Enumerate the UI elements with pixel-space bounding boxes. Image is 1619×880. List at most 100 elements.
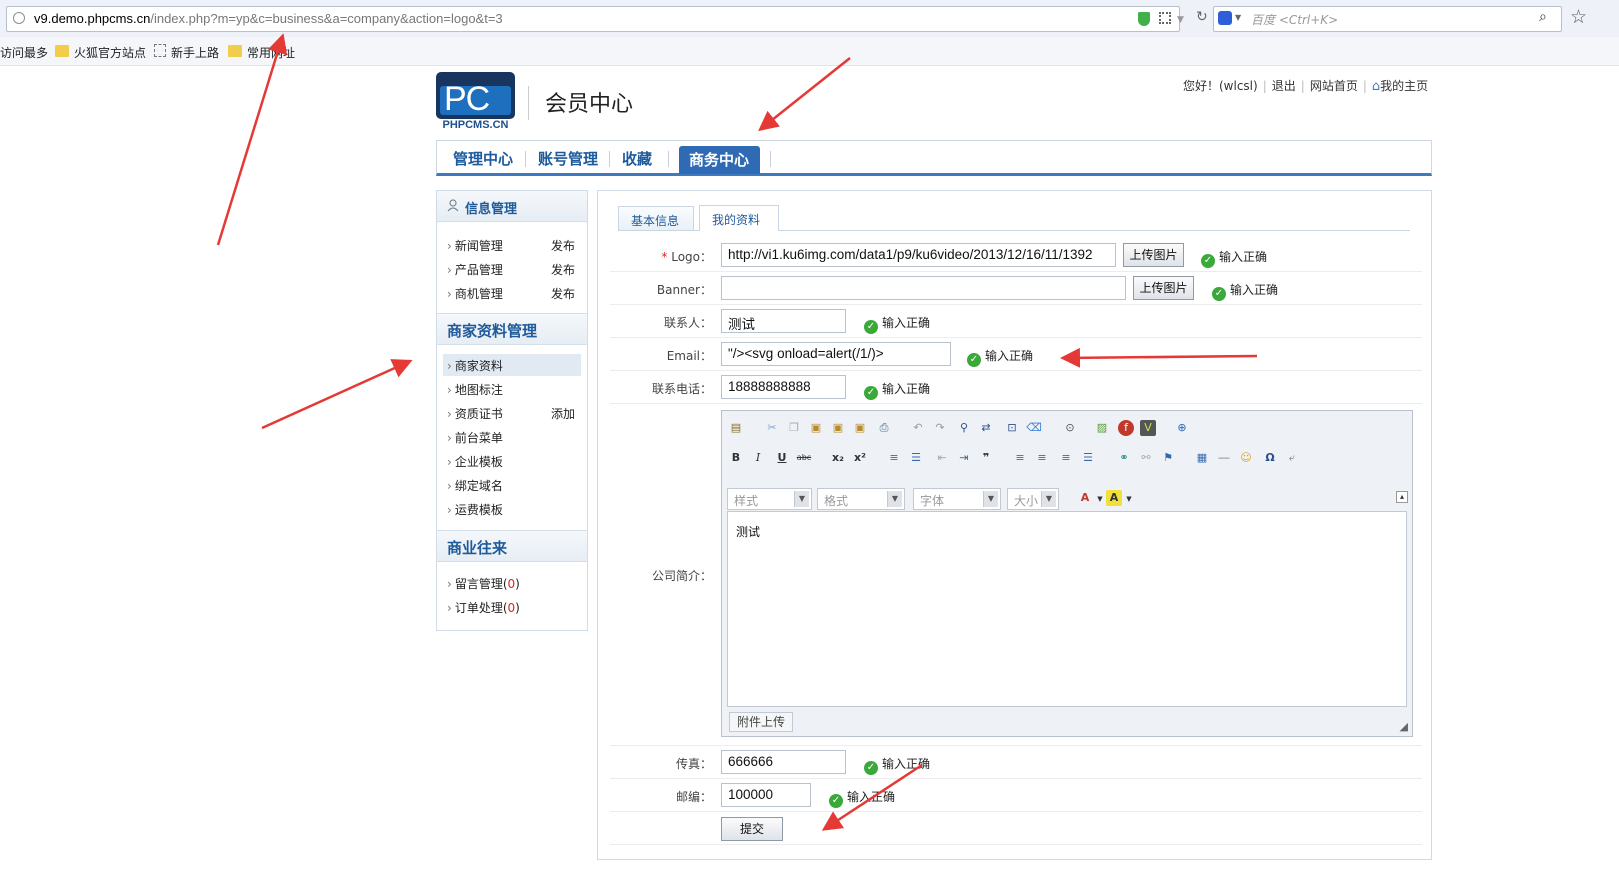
sidebar-item-news[interactable]: › 新闻管理 bbox=[447, 237, 503, 254]
sidebar-item-opportunities[interactable]: › 商机管理 bbox=[447, 285, 503, 302]
align-right-icon[interactable]: ≡ bbox=[1058, 450, 1074, 466]
special-char-icon[interactable]: Ω bbox=[1262, 450, 1278, 466]
maximize-icon[interactable]: ⊕ bbox=[1174, 420, 1190, 436]
ordered-list-icon[interactable]: ≡ bbox=[886, 450, 902, 466]
subtab-my-profile[interactable]: 我的资料 bbox=[699, 205, 779, 231]
tab-management-center[interactable]: 管理中心 bbox=[453, 148, 513, 169]
publish-product-link[interactable]: 发布 bbox=[551, 261, 575, 278]
bookmark-getting-started[interactable]: 新手上路 bbox=[171, 44, 219, 61]
search-box[interactable]: ▼ 百度 <Ctrl+K> ⌕ bbox=[1213, 6, 1562, 32]
home-icon[interactable]: ⌂ bbox=[1372, 79, 1380, 94]
tab-account[interactable]: 账号管理 bbox=[538, 148, 598, 169]
tab-favorites[interactable]: 收藏 bbox=[622, 148, 652, 169]
sidebar-item-shipping[interactable]: › 运费模板 bbox=[447, 501, 503, 518]
bookmark-common-sites[interactable]: 常用网址 bbox=[247, 44, 295, 61]
submit-button[interactable]: 提交 bbox=[721, 817, 783, 841]
print-icon[interactable]: ⎙ bbox=[876, 420, 892, 436]
bookmark-star-icon[interactable]: ☆ bbox=[1570, 6, 1587, 28]
flash-icon[interactable]: f bbox=[1118, 420, 1134, 436]
font-select[interactable]: 字体 ▼ bbox=[913, 488, 1001, 510]
select-all-icon[interactable]: ⊡ bbox=[1004, 420, 1020, 436]
unordered-list-icon[interactable]: ☰ bbox=[908, 450, 924, 466]
underline-icon[interactable]: U bbox=[774, 450, 790, 466]
shield-icon[interactable] bbox=[1138, 12, 1150, 26]
address-bar[interactable]: v9.demo.phpcms.cn/index.php?m=yp&c=busin… bbox=[6, 6, 1208, 32]
sidebar-item-products[interactable]: › 产品管理 bbox=[447, 261, 503, 278]
paste-text-icon[interactable]: ▣ bbox=[830, 420, 846, 436]
sidebar-item-orders[interactable]: › 订单处理(0) bbox=[447, 599, 520, 616]
superscript-icon[interactable]: x² bbox=[852, 450, 868, 466]
add-certificate-link[interactable]: 添加 bbox=[551, 405, 575, 422]
chevron-down-icon[interactable]: ▼ bbox=[1177, 15, 1184, 25]
video-icon[interactable]: V bbox=[1140, 420, 1156, 436]
hr-icon[interactable]: ― bbox=[1216, 450, 1232, 466]
sidebar-item-map[interactable]: › 地图标注 bbox=[447, 381, 503, 398]
paste-icon[interactable]: ▣ bbox=[808, 420, 824, 436]
smiley-icon[interactable]: ☺ bbox=[1238, 450, 1254, 466]
collapse-toolbar-icon[interactable]: ▴ bbox=[1396, 491, 1408, 503]
subscript-icon[interactable]: x₂ bbox=[830, 450, 846, 466]
logout-link[interactable]: 退出 bbox=[1272, 77, 1296, 94]
italic-icon[interactable]: I bbox=[750, 450, 766, 466]
bold-icon[interactable]: B bbox=[728, 450, 744, 466]
blockquote-icon[interactable]: ❞ bbox=[978, 450, 994, 466]
style-select[interactable]: 样式 ▼ bbox=[727, 488, 812, 510]
bookmark-most-visited[interactable]: 访问最多 bbox=[0, 44, 48, 61]
url-text[interactable]: v9.demo.phpcms.cn/index.php?m=yp&c=busin… bbox=[34, 11, 503, 26]
sidebar-item-templates[interactable]: › 企业模板 bbox=[447, 453, 503, 470]
baidu-paw-icon[interactable] bbox=[1218, 11, 1232, 25]
outdent-icon[interactable]: ⇤ bbox=[934, 450, 950, 466]
phpcms-logo[interactable]: PC PHPCMS.CN bbox=[436, 72, 515, 131]
sidebar-item-domain[interactable]: › 绑定域名 bbox=[447, 477, 503, 494]
search-engine-dropdown-icon[interactable]: ▼ bbox=[1235, 13, 1241, 22]
zip-input[interactable]: 100000 bbox=[721, 783, 811, 807]
sidebar-item-front-menu[interactable]: › 前台菜单 bbox=[447, 429, 503, 446]
table-icon[interactable]: ▦ bbox=[1194, 450, 1210, 466]
publish-opportunity-link[interactable]: 发布 bbox=[551, 285, 575, 302]
sidebar-item-merchant-profile[interactable]: › 商家资料 bbox=[447, 357, 503, 374]
attach-upload-button[interactable]: 附件上传 bbox=[729, 712, 793, 732]
banner-url-input[interactable] bbox=[721, 276, 1126, 300]
tab-business-center[interactable]: 商务中心 bbox=[679, 146, 760, 174]
undo-icon[interactable]: ↶ bbox=[910, 420, 926, 436]
bg-color-icon[interactable]: A bbox=[1106, 490, 1122, 506]
upload-banner-button[interactable]: 上传图片 bbox=[1133, 276, 1194, 300]
link-icon[interactable]: ⚭ bbox=[1116, 450, 1132, 466]
sidebar-item-certificates[interactable]: › 资质证书 bbox=[447, 405, 503, 422]
upload-logo-button[interactable]: 上传图片 bbox=[1123, 243, 1184, 267]
search-icon[interactable]: ⌕ bbox=[1539, 9, 1547, 25]
chevron-down-icon[interactable]: ▼ bbox=[1121, 491, 1137, 507]
preview-icon[interactable]: ⊙ bbox=[1062, 420, 1078, 436]
page-break-icon[interactable]: ⤶ bbox=[1284, 450, 1300, 466]
align-left-icon[interactable]: ≡ bbox=[1012, 450, 1028, 466]
copy-icon[interactable]: ❐ bbox=[786, 420, 802, 436]
my-home-link[interactable]: 我的主页 bbox=[1380, 77, 1428, 94]
source-icon[interactable]: ▤ bbox=[728, 420, 744, 436]
email-input[interactable]: "/><svg onload=alert(/1/)> bbox=[721, 342, 951, 366]
paste-word-icon[interactable]: ▣ bbox=[852, 420, 868, 436]
size-select[interactable]: 大小 ▼ bbox=[1007, 488, 1059, 510]
subtab-basic-info[interactable]: 基本信息 bbox=[618, 206, 694, 230]
logo-url-input[interactable]: http://vi1.ku6img.com/data1/p9/ku6video/… bbox=[721, 243, 1116, 267]
find-icon[interactable]: ⚲ bbox=[956, 420, 972, 436]
align-center-icon[interactable]: ≡ bbox=[1034, 450, 1050, 466]
cut-icon[interactable]: ✂ bbox=[764, 420, 780, 436]
text-color-icon[interactable]: A bbox=[1077, 490, 1093, 506]
image-icon[interactable]: ▨ bbox=[1094, 420, 1110, 436]
indent-icon[interactable]: ⇥ bbox=[956, 450, 972, 466]
justify-icon[interactable]: ☰ bbox=[1080, 450, 1096, 466]
strike-icon[interactable]: abc bbox=[796, 450, 812, 466]
bookmark-firefox-site[interactable]: 火狐官方站点 bbox=[74, 44, 146, 61]
anchor-icon[interactable]: ⚑ bbox=[1160, 450, 1176, 466]
replace-icon[interactable]: ⇄ bbox=[978, 420, 994, 436]
remove-format-icon[interactable]: ⌫ bbox=[1026, 420, 1042, 436]
editor-content-area[interactable]: 测试 bbox=[727, 511, 1407, 707]
unlink-icon[interactable]: ⚯ bbox=[1138, 450, 1154, 466]
site-home-link[interactable]: 网站首页 bbox=[1310, 77, 1358, 94]
phone-input[interactable]: 18888888888 bbox=[721, 375, 846, 399]
sidebar-item-messages[interactable]: › 留言管理(0) bbox=[447, 575, 520, 592]
resize-handle-icon[interactable]: ◢ bbox=[1400, 720, 1408, 733]
fax-input[interactable]: 666666 bbox=[721, 750, 846, 774]
redo-icon[interactable]: ↷ bbox=[932, 420, 948, 436]
qr-code-icon[interactable] bbox=[1159, 12, 1171, 24]
